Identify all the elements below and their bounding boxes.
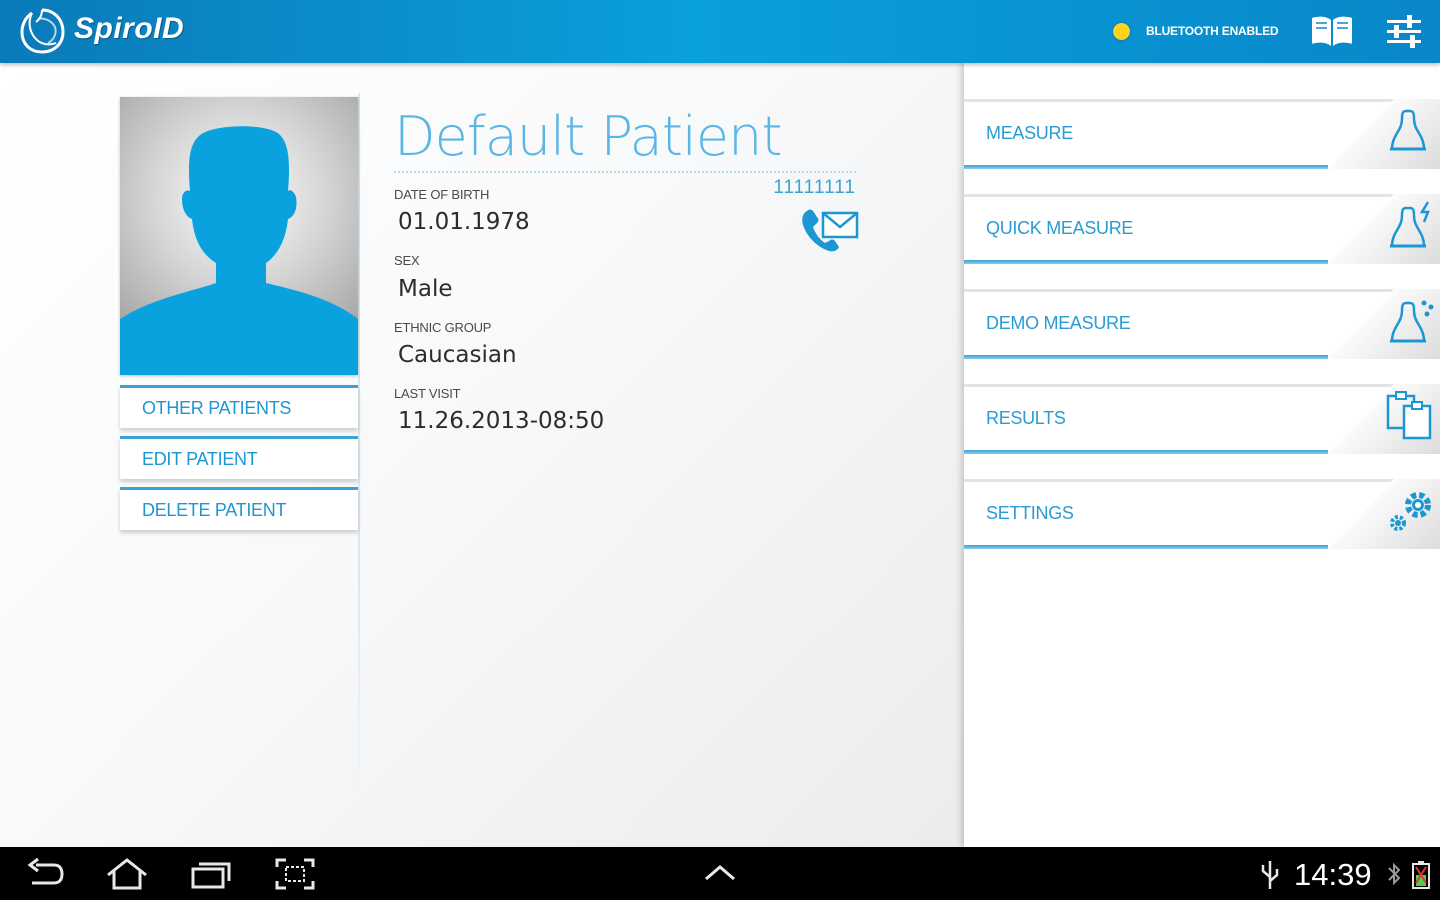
recent-apps-icon[interactable] (190, 857, 232, 891)
quick-measure-label: QUICK MEASURE (986, 218, 1134, 238)
bluetooth-status-label: BLUETOOTH ENABLED (1146, 24, 1279, 38)
demo-bell-icon (1390, 300, 1434, 343)
quick-measure-menu-item[interactable]: QUICK MEASURE (964, 188, 1440, 278)
edit-patient-button[interactable]: EDIT PATIENT (120, 436, 358, 479)
patient-panel: OTHER PATIENTS EDIT PATIENT DELETE PATIE… (0, 63, 964, 847)
book-icon[interactable] (1310, 14, 1354, 48)
back-icon[interactable] (24, 857, 64, 891)
home-icon[interactable] (104, 857, 150, 891)
battery-icon (1412, 861, 1430, 889)
dob-value: 01.01.1978 (398, 209, 530, 235)
edit-patient-label: EDIT PATIENT (142, 449, 258, 469)
settings-menu-item[interactable]: SETTINGS (964, 473, 1440, 563)
delete-patient-label: DELETE PATIENT (142, 500, 287, 520)
bluetooth-status-dot (1113, 23, 1130, 40)
spiroid-logo-icon (20, 8, 65, 54)
results-label: RESULTS (986, 408, 1066, 428)
quick-bell-icon (1390, 201, 1430, 248)
system-clock: 14:39 (1294, 857, 1372, 892)
measure-label: MEASURE (986, 123, 1073, 143)
chevron-up-icon[interactable] (702, 857, 738, 891)
system-navigation-bar: 14:39 (0, 847, 1440, 900)
ethnic-group-value: Caucasian (398, 342, 517, 368)
bell-icon (1390, 109, 1426, 151)
settings-label: SETTINGS (986, 503, 1074, 523)
delete-patient-button[interactable]: DELETE PATIENT (120, 487, 358, 530)
demo-measure-menu-item[interactable]: DEMO MEASURE (964, 283, 1440, 373)
settings-sliders-icon[interactable] (1385, 14, 1423, 50)
patient-id: 11111111 (773, 177, 856, 198)
patient-name: Default Patient (394, 105, 782, 168)
phone-mail-icon[interactable] (801, 207, 861, 257)
sex-label: SEX (394, 253, 420, 268)
ethnic-group-label: ETHNIC GROUP (394, 320, 492, 335)
measure-menu-item[interactable]: MEASURE (964, 93, 1440, 183)
last-visit-label: LAST VISIT (394, 386, 461, 401)
results-menu-item[interactable]: RESULTS (964, 378, 1440, 468)
bluetooth-icon (1388, 862, 1401, 886)
app-header: SpiroID BLUETOOTH ENABLED (0, 0, 1440, 63)
last-visit-value: 11.26.2013-08:50 (398, 408, 605, 434)
sex-value: Male (398, 276, 453, 302)
patient-avatar (120, 97, 358, 375)
gears-icon (1390, 492, 1431, 531)
clipboard-icon (1386, 391, 1432, 440)
app-title: SpiroID (74, 12, 185, 45)
name-divider (394, 171, 856, 173)
demo-measure-label: DEMO MEASURE (986, 313, 1131, 333)
usb-icon (1261, 861, 1279, 889)
other-patients-label: OTHER PATIENTS (142, 398, 292, 418)
screenshot-icon[interactable] (274, 857, 316, 891)
panel-divider (358, 93, 360, 793)
dob-label: DATE OF BIRTH (394, 187, 490, 202)
person-silhouette-icon (120, 126, 358, 375)
main-menu: MEASURE QUICK MEASURE DEMO MEASURE RESUL… (964, 63, 1440, 847)
other-patients-button[interactable]: OTHER PATIENTS (120, 385, 358, 428)
